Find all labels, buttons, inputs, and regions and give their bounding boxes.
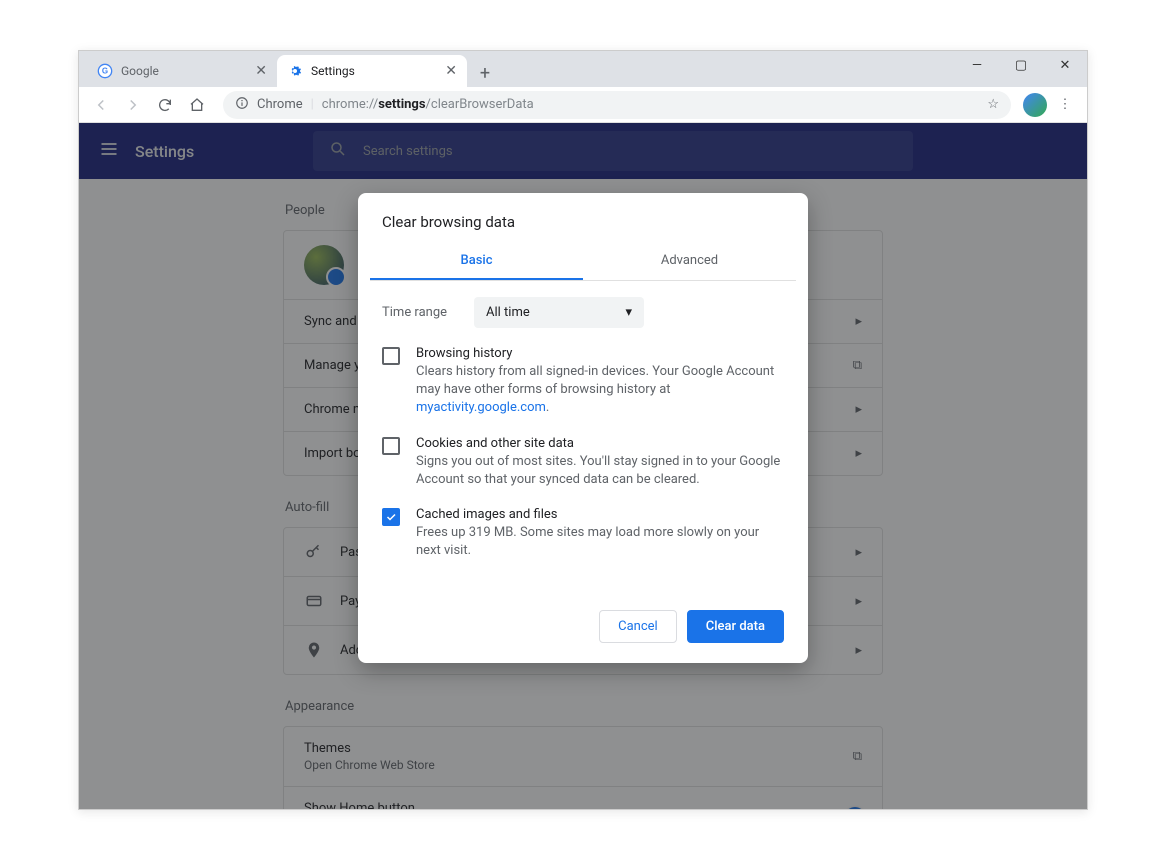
- url-text: chrome://settings/clearBrowserData: [322, 97, 534, 112]
- forward-button[interactable]: [119, 91, 147, 119]
- titlebar: G Google ✕ Settings ✕ + — ▢ ✕: [79, 51, 1087, 87]
- tab-title: Settings: [311, 64, 437, 78]
- option-cached[interactable]: Cached images and files Frees up 319 MB.…: [382, 507, 784, 560]
- tab-settings[interactable]: Settings ✕: [277, 55, 467, 87]
- time-range-select[interactable]: All time ▾: [474, 297, 644, 328]
- back-button[interactable]: [87, 91, 115, 119]
- settings-favicon-icon: [287, 63, 303, 79]
- checkbox[interactable]: [382, 508, 400, 526]
- modal-overlay: Clear browsing data Basic Advanced Time …: [79, 123, 1087, 809]
- tab-basic[interactable]: Basic: [370, 243, 583, 280]
- new-tab-button[interactable]: +: [471, 59, 499, 87]
- bookmark-icon[interactable]: ☆: [987, 97, 999, 112]
- close-window-button[interactable]: ✕: [1043, 51, 1087, 79]
- home-button[interactable]: [183, 91, 211, 119]
- close-icon[interactable]: ✕: [445, 63, 457, 79]
- clear-data-dialog: Clear browsing data Basic Advanced Time …: [358, 193, 808, 663]
- myactivity-link[interactable]: myactivity.google.com: [416, 400, 546, 415]
- tab-google[interactable]: G Google ✕: [87, 55, 277, 87]
- option-browsing-history[interactable]: Browsing history Clears history from all…: [382, 346, 784, 418]
- site-info-icon[interactable]: [235, 96, 249, 114]
- google-favicon-icon: G: [97, 63, 113, 79]
- cancel-button[interactable]: Cancel: [599, 610, 677, 643]
- option-cookies[interactable]: Cookies and other site data Signs you ou…: [382, 436, 784, 489]
- page-content: Settings Search settings People David Gw…: [79, 123, 1087, 809]
- time-range-label: Time range: [382, 305, 458, 320]
- omnibox[interactable]: Chrome | chrome://settings/clearBrowserD…: [223, 91, 1011, 119]
- svg-text:G: G: [102, 67, 108, 76]
- url-scheme-label: Chrome: [257, 97, 303, 112]
- tabstrip: G Google ✕ Settings ✕ +: [79, 51, 499, 87]
- checkbox[interactable]: [382, 347, 400, 365]
- dialog-tabs: Basic Advanced: [370, 243, 796, 281]
- chevron-down-icon: ▾: [625, 305, 632, 320]
- reload-button[interactable]: [151, 91, 179, 119]
- close-icon[interactable]: ✕: [255, 63, 267, 79]
- dialog-title: Clear browsing data: [358, 213, 808, 243]
- minimize-button[interactable]: —: [955, 51, 999, 79]
- maximize-button[interactable]: ▢: [999, 51, 1043, 79]
- toolbar: Chrome | chrome://settings/clearBrowserD…: [79, 87, 1087, 123]
- tab-title: Google: [121, 64, 247, 78]
- checkbox[interactable]: [382, 437, 400, 455]
- profile-avatar-button[interactable]: [1023, 93, 1047, 117]
- clear-data-button[interactable]: Clear data: [687, 610, 784, 643]
- tab-advanced[interactable]: Advanced: [583, 243, 796, 280]
- menu-button[interactable]: ⋮: [1051, 91, 1079, 119]
- browser-window: G Google ✕ Settings ✕ + — ▢ ✕: [78, 50, 1088, 810]
- window-controls: — ▢ ✕: [955, 51, 1087, 79]
